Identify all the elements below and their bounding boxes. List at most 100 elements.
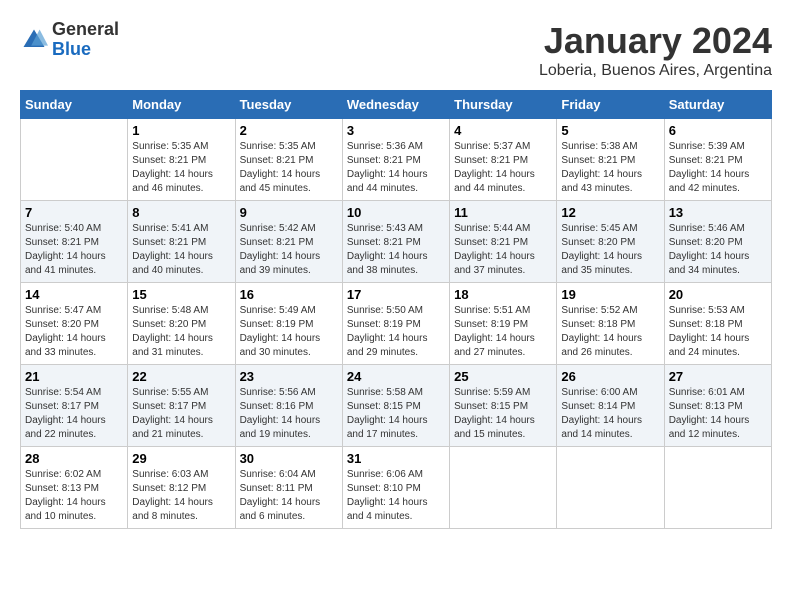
logo-icon	[20, 26, 48, 54]
calendar-cell: 1 Sunrise: 5:35 AMSunset: 8:21 PMDaylight…	[128, 119, 235, 201]
day-number: 22	[132, 369, 230, 384]
calendar-title: January 2024	[539, 20, 772, 62]
logo: General Blue	[20, 20, 119, 60]
calendar-cell: 24Sunrise: 5:58 AMSunset: 8:15 PMDayligh…	[342, 365, 449, 447]
calendar-cell: 14 Sunrise: 5:47 AMSunset: 8:20 PMDayligh…	[21, 283, 128, 365]
day-info: Sunrise: 5:37 AMSunset: 8:21 PMDaylight:…	[454, 140, 552, 196]
day-info: Sunrise: 5:45 AMSunset: 8:20 PMDaylight:…	[561, 222, 659, 278]
calendar-cell	[21, 119, 128, 201]
day-number: 31	[347, 451, 445, 466]
weekday-header-saturday: Saturday	[664, 91, 771, 119]
day-number: 26	[561, 369, 659, 384]
calendar-cell: 30Sunrise: 6:04 AMSunset: 8:11 PMDayligh…	[235, 447, 342, 529]
day-number: 21	[25, 369, 123, 384]
day-info: Sunrise: 6:03 AMSunset: 8:12 PMDaylight:…	[132, 468, 230, 524]
day-number: 1	[132, 123, 230, 138]
day-info: Sunrise: 5:35 AMSunset: 8:21 PMDaylight:…	[240, 140, 338, 196]
day-info: Sunrise: 5:56 AMSunset: 8:16 PMDaylight:…	[240, 386, 338, 442]
day-info: Sunrise: 5:58 AMSunset: 8:15 PMDaylight:…	[347, 386, 445, 442]
day-info: Sunrise: 6:02 AMSunset: 8:13 PMDaylight:…	[25, 468, 123, 524]
weekday-header-sunday: Sunday	[21, 91, 128, 119]
calendar-cell: 11Sunrise: 5:44 AMSunset: 8:21 PMDayligh…	[450, 201, 557, 283]
day-info: Sunrise: 5:46 AMSunset: 8:20 PMDaylight:…	[669, 222, 767, 278]
calendar-table: SundayMondayTuesdayWednesdayThursdayFrid…	[20, 90, 772, 529]
calendar-cell: 27 Sunrise: 6:01 AMSunset: 8:13 PMDayligh…	[664, 365, 771, 447]
day-number: 29	[132, 451, 230, 466]
weekday-header-wednesday: Wednesday	[342, 91, 449, 119]
day-number: 15	[132, 287, 230, 302]
day-number: 19	[561, 287, 659, 302]
day-number: 20	[669, 287, 767, 302]
logo-general: General	[52, 20, 119, 40]
day-number: 28	[25, 451, 123, 466]
weekday-header-thursday: Thursday	[450, 91, 557, 119]
day-info: Sunrise: 5:48 AMSunset: 8:20 PMDaylight:…	[132, 304, 230, 360]
day-number: 27	[669, 369, 767, 384]
day-info: Sunrise: 6:06 AMSunset: 8:10 PMDaylight:…	[347, 468, 445, 524]
day-number: 23	[240, 369, 338, 384]
calendar-cell: 12 Sunrise: 5:45 AMSunset: 8:20 PMDayligh…	[557, 201, 664, 283]
calendar-subtitle: Loberia, Buenos Aires, Argentina	[539, 62, 772, 80]
calendar-cell: 20 Sunrise: 5:53 AMSunset: 8:18 PMDayligh…	[664, 283, 771, 365]
day-info: Sunrise: 5:44 AMSunset: 8:21 PMDaylight:…	[454, 222, 552, 278]
calendar-cell: 7Sunrise: 5:40 AMSunset: 8:21 PMDaylight…	[21, 201, 128, 283]
weekday-header-friday: Friday	[557, 91, 664, 119]
week-row-5: 28 Sunrise: 6:02 AMSunset: 8:13 PMDayligh…	[21, 447, 772, 529]
day-number: 3	[347, 123, 445, 138]
day-info: Sunrise: 5:38 AMSunset: 8:21 PMDaylight:…	[561, 140, 659, 196]
week-row-4: 21 Sunrise: 5:54 AMSunset: 8:17 PMDayligh…	[21, 365, 772, 447]
calendar-cell	[450, 447, 557, 529]
calendar-cell: 5 Sunrise: 5:38 AMSunset: 8:21 PMDaylight…	[557, 119, 664, 201]
week-row-3: 14 Sunrise: 5:47 AMSunset: 8:20 PMDayligh…	[21, 283, 772, 365]
calendar-cell: 17 Sunrise: 5:50 AMSunset: 8:19 PMDayligh…	[342, 283, 449, 365]
day-number: 25	[454, 369, 552, 384]
day-info: Sunrise: 5:43 AMSunset: 8:21 PMDaylight:…	[347, 222, 445, 278]
day-number: 17	[347, 287, 445, 302]
logo-text: General Blue	[52, 20, 119, 60]
calendar-cell: 28 Sunrise: 6:02 AMSunset: 8:13 PMDayligh…	[21, 447, 128, 529]
calendar-cell: 21 Sunrise: 5:54 AMSunset: 8:17 PMDayligh…	[21, 365, 128, 447]
calendar-cell: 22Sunrise: 5:55 AMSunset: 8:17 PMDayligh…	[128, 365, 235, 447]
calendar-cell: 3Sunrise: 5:36 AMSunset: 8:21 PMDaylight…	[342, 119, 449, 201]
day-number: 10	[347, 205, 445, 220]
day-info: Sunrise: 5:49 AMSunset: 8:19 PMDaylight:…	[240, 304, 338, 360]
logo-blue: Blue	[52, 40, 119, 60]
calendar-cell: 6 Sunrise: 5:39 AMSunset: 8:21 PMDaylight…	[664, 119, 771, 201]
calendar-cell: 19Sunrise: 5:52 AMSunset: 8:18 PMDayligh…	[557, 283, 664, 365]
day-info: Sunrise: 5:39 AMSunset: 8:21 PMDaylight:…	[669, 140, 767, 196]
day-info: Sunrise: 5:35 AMSunset: 8:21 PMDaylight:…	[132, 140, 230, 196]
week-row-1: 1 Sunrise: 5:35 AMSunset: 8:21 PMDaylight…	[21, 119, 772, 201]
day-number: 13	[669, 205, 767, 220]
day-info: Sunrise: 6:00 AMSunset: 8:14 PMDaylight:…	[561, 386, 659, 442]
calendar-cell: 26 Sunrise: 6:00 AMSunset: 8:14 PMDayligh…	[557, 365, 664, 447]
calendar-cell: 9Sunrise: 5:42 AMSunset: 8:21 PMDaylight…	[235, 201, 342, 283]
day-info: Sunrise: 5:51 AMSunset: 8:19 PMDaylight:…	[454, 304, 552, 360]
calendar-cell: 18 Sunrise: 5:51 AMSunset: 8:19 PMDayligh…	[450, 283, 557, 365]
day-info: Sunrise: 5:54 AMSunset: 8:17 PMDaylight:…	[25, 386, 123, 442]
day-number: 4	[454, 123, 552, 138]
calendar-cell	[557, 447, 664, 529]
week-row-2: 7Sunrise: 5:40 AMSunset: 8:21 PMDaylight…	[21, 201, 772, 283]
day-info: Sunrise: 6:01 AMSunset: 8:13 PMDaylight:…	[669, 386, 767, 442]
day-number: 6	[669, 123, 767, 138]
calendar-cell: 31 Sunrise: 6:06 AMSunset: 8:10 PMDayligh…	[342, 447, 449, 529]
day-number: 5	[561, 123, 659, 138]
page-header: General Blue January 2024 Loberia, Bueno…	[20, 20, 772, 80]
day-info: Sunrise: 5:47 AMSunset: 8:20 PMDaylight:…	[25, 304, 123, 360]
calendar-cell: 29 Sunrise: 6:03 AMSunset: 8:12 PMDayligh…	[128, 447, 235, 529]
calendar-cell: 13 Sunrise: 5:46 AMSunset: 8:20 PMDayligh…	[664, 201, 771, 283]
day-info: Sunrise: 5:59 AMSunset: 8:15 PMDaylight:…	[454, 386, 552, 442]
day-info: Sunrise: 5:41 AMSunset: 8:21 PMDaylight:…	[132, 222, 230, 278]
day-info: Sunrise: 5:50 AMSunset: 8:19 PMDaylight:…	[347, 304, 445, 360]
day-number: 14	[25, 287, 123, 302]
day-info: Sunrise: 6:04 AMSunset: 8:11 PMDaylight:…	[240, 468, 338, 524]
day-info: Sunrise: 5:53 AMSunset: 8:18 PMDaylight:…	[669, 304, 767, 360]
calendar-cell: 2Sunrise: 5:35 AMSunset: 8:21 PMDaylight…	[235, 119, 342, 201]
calendar-cell	[664, 447, 771, 529]
day-number: 12	[561, 205, 659, 220]
calendar-cell: 4 Sunrise: 5:37 AMSunset: 8:21 PMDaylight…	[450, 119, 557, 201]
day-number: 9	[240, 205, 338, 220]
day-number: 18	[454, 287, 552, 302]
calendar-cell: 16Sunrise: 5:49 AMSunset: 8:19 PMDayligh…	[235, 283, 342, 365]
title-section: January 2024 Loberia, Buenos Aires, Arge…	[539, 20, 772, 80]
